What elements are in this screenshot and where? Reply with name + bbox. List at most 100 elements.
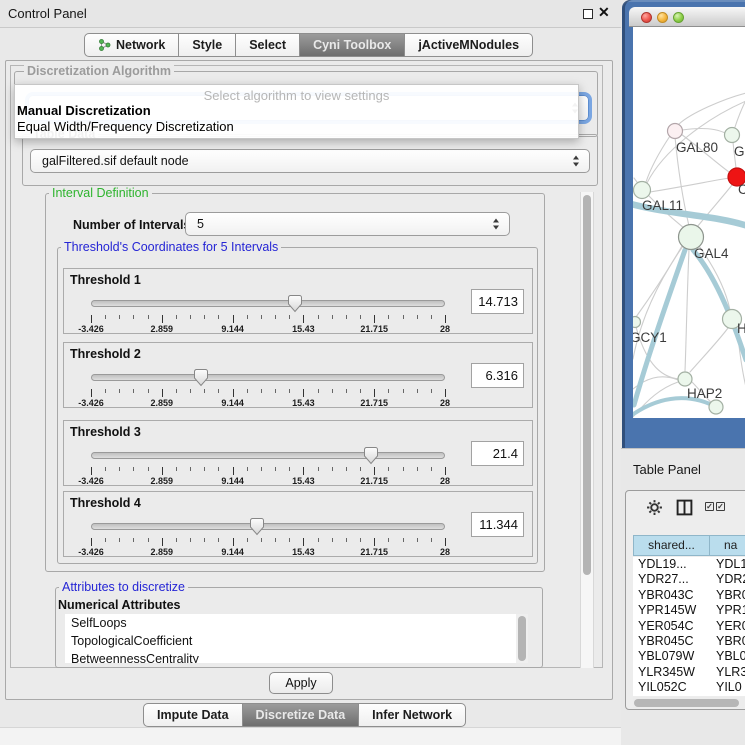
slider-tick: [374, 538, 375, 546]
tab-cyni-toolbox[interactable]: Cyni Toolbox: [300, 33, 405, 57]
tab-label: Discretize Data: [256, 708, 346, 722]
slider-track[interactable]: [91, 452, 445, 459]
slider-tick: [417, 538, 418, 542]
threshold-value-field[interactable]: 11.344: [471, 512, 524, 537]
slider-tick: [431, 315, 432, 319]
gear-icon[interactable]: [646, 499, 663, 516]
network-edge[interactable]: [693, 250, 745, 360]
network-node[interactable]: [634, 182, 651, 199]
cell-name: YBL0: [716, 649, 745, 663]
zoom-mac-icon[interactable]: [673, 12, 684, 23]
slider-tick: [346, 389, 347, 393]
table-row[interactable]: YLR345WYLR3: [633, 665, 745, 680]
list-item[interactable]: TopologicalCoefficient: [65, 632, 516, 650]
table-row[interactable]: YBL079WYBL0: [633, 649, 745, 664]
network-edge[interactable]: [682, 129, 725, 133]
tab-select[interactable]: Select: [236, 33, 300, 57]
column-header-shared-name[interactable]: shared...: [633, 535, 710, 556]
menu-item-manual-discretization[interactable]: Manual Discretization: [17, 103, 151, 118]
cell-shared-name: YIL052C: [638, 680, 687, 694]
minimize-mac-icon[interactable]: [657, 12, 668, 23]
close-mac-icon[interactable]: [641, 12, 652, 23]
table-row[interactable]: YBR043CYBR0: [633, 588, 745, 603]
slider-tick: [91, 538, 92, 546]
cell-shared-name: YPR145W: [638, 603, 696, 617]
tab-network[interactable]: Network: [84, 33, 179, 57]
network-node[interactable]: [633, 317, 641, 328]
table-data-combo-value: galFiltered.sif default node: [42, 154, 189, 168]
slider-thumb[interactable]: [249, 517, 265, 537]
slider-tick: [261, 389, 262, 393]
checkbox-icon[interactable]: ✓: [705, 502, 714, 511]
combo-arrows-icon: [493, 219, 500, 230]
threshold-row-2: Threshold 2-3.4262.8599.14415.4321.71528…: [63, 342, 533, 408]
table-row[interactable]: YDR27...YDR2: [633, 572, 745, 587]
slider-thumb[interactable]: [287, 294, 303, 314]
table-row[interactable]: YPR145WYPR1: [633, 603, 745, 618]
table-columns-icon[interactable]: [676, 499, 693, 516]
close-icon[interactable]: ✕: [598, 4, 610, 21]
tab-infer-network[interactable]: Infer Network: [359, 703, 466, 727]
threshold-value-field[interactable]: 14.713: [471, 289, 524, 314]
slider-tick: [289, 538, 290, 542]
numerical-attributes-list[interactable]: SelfLoopsTopologicalCoefficientBetweenne…: [65, 614, 516, 663]
table-row[interactable]: YIL052C YIL0: [633, 680, 745, 695]
cell-name: YIL0: [716, 680, 742, 694]
slider-tick: [190, 389, 191, 393]
scrollbar-thumb[interactable]: [518, 616, 526, 661]
slider-track[interactable]: [91, 523, 445, 530]
scrollbar-thumb[interactable]: [583, 195, 591, 575]
network-canvas[interactable]: GAL80GCGAL11GAL4GCY1HHAP2: [633, 27, 745, 418]
slider-thumb[interactable]: [193, 368, 209, 388]
menu-item-equal-width-frequency[interactable]: Equal Width/Frequency Discretization: [17, 119, 234, 134]
number-of-intervals-value: 5: [197, 217, 204, 231]
slider-tick: [119, 538, 120, 542]
network-edge[interactable]: [650, 178, 729, 192]
panel-vertical-scrollbar[interactable]: [580, 192, 594, 668]
slider-tick-label: 9.144: [221, 476, 244, 486]
slider-tick: [247, 315, 248, 319]
tab-label: Impute Data: [157, 708, 229, 722]
slider-tick: [417, 389, 418, 393]
network-edge[interactable]: [690, 328, 728, 372]
tab-label: Cyni Toolbox: [313, 38, 391, 52]
checkbox-icon[interactable]: ✓: [716, 502, 725, 511]
scrollbar-thumb[interactable]: [634, 699, 739, 707]
list-item[interactable]: SelfLoops: [65, 614, 516, 632]
tab-label: jActiveMNodules: [418, 38, 519, 52]
tab-discretize-data[interactable]: Discretize Data: [243, 703, 360, 727]
slider-tick: [233, 389, 234, 397]
attributes-list-scrollbar[interactable]: [516, 614, 528, 663]
thresholds-legend: Threshold's Coordinates for 5 Intervals: [61, 240, 281, 254]
slider-track[interactable]: [91, 374, 445, 381]
slider-track[interactable]: [91, 300, 445, 307]
table-row[interactable]: YER054CYER0: [633, 619, 745, 634]
slider-tick-label: -3.426: [78, 476, 104, 486]
network-node[interactable]: [668, 124, 683, 139]
threshold-value-field[interactable]: 21.4: [471, 441, 524, 466]
table-row[interactable]: YBR045CYBR0: [633, 634, 745, 649]
network-edge[interactable]: [685, 249, 689, 371]
list-item[interactable]: BetweennessCentrality: [65, 650, 516, 663]
slider-tick-label: 28: [440, 324, 450, 334]
slider-thumb[interactable]: [363, 446, 379, 466]
network-node[interactable]: [678, 372, 692, 386]
slider-tick: [303, 538, 304, 546]
slider-tick: [105, 538, 106, 542]
slider-tick-label: -3.426: [78, 547, 104, 557]
column-header-name[interactable]: na: [710, 535, 745, 556]
table-horizontal-scrollbar[interactable]: [633, 697, 745, 708]
tab-impute-data[interactable]: Impute Data: [143, 703, 243, 727]
table-row[interactable]: YDL19...YDL1: [633, 557, 745, 572]
network-node[interactable]: [709, 400, 723, 414]
tab-jactivemnodules[interactable]: jActiveMNodules: [405, 33, 533, 57]
float-window-icon[interactable]: [583, 9, 593, 19]
table-data-combobox[interactable]: galFiltered.sif default node: [30, 149, 590, 173]
network-node[interactable]: [725, 128, 740, 143]
threshold-value-field[interactable]: 6.316: [471, 363, 524, 388]
apply-button[interactable]: Apply: [269, 672, 333, 694]
network-edge[interactable]: [646, 136, 670, 182]
tab-style[interactable]: Style: [179, 33, 236, 57]
number-of-intervals-combobox[interactable]: 5: [185, 212, 510, 236]
cell-name: YDR2: [716, 572, 745, 586]
